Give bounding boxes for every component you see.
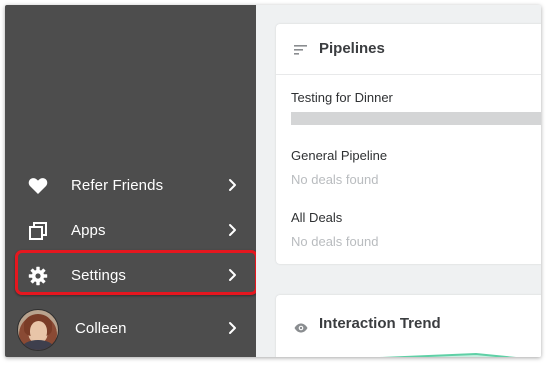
- trend-chart: [379, 352, 517, 357]
- sidebar: Refer Friends Apps Settings Colleen: [5, 5, 258, 357]
- gear-icon: [28, 266, 48, 286]
- sidebar-item-settings[interactable]: Settings: [5, 254, 256, 296]
- pipelines-header: Pipelines: [276, 24, 541, 75]
- pipeline-status: No deals found: [291, 172, 379, 187]
- pipeline-name[interactable]: General Pipeline: [291, 148, 387, 163]
- sidebar-item-user[interactable]: Colleen: [5, 306, 256, 351]
- user-name: Colleen: [75, 319, 127, 337]
- chevron-right-icon: [225, 320, 239, 336]
- eye-icon: [294, 320, 308, 333]
- avatar: [17, 309, 59, 351]
- interaction-trend-card: Interaction Trend: [276, 295, 541, 357]
- sort-lines-icon: [294, 43, 308, 55]
- heart-icon: [28, 176, 48, 196]
- app-window: Refer Friends Apps Settings Colleen Pipe…: [5, 5, 541, 357]
- sidebar-item-apps[interactable]: Apps: [5, 209, 256, 251]
- main-content: Pipelines Testing for Dinner General Pip…: [256, 5, 541, 357]
- chevron-right-icon: [225, 177, 239, 193]
- pipeline-name[interactable]: Testing for Dinner: [291, 90, 393, 105]
- pipeline-status: No deals found: [291, 234, 379, 249]
- trend-title: Interaction Trend: [319, 315, 441, 332]
- pipeline-name[interactable]: All Deals: [291, 210, 342, 225]
- sidebar-item-label: Apps: [71, 221, 106, 239]
- pipelines-title: Pipelines: [319, 40, 385, 57]
- apps-icon: [28, 221, 48, 241]
- chevron-right-icon: [225, 267, 239, 283]
- sidebar-item-label: Settings: [71, 266, 126, 284]
- trend-header: Interaction Trend: [276, 295, 541, 345]
- sidebar-item-label: Refer Friends: [71, 176, 164, 194]
- sidebar-item-refer-friends[interactable]: Refer Friends: [5, 164, 256, 206]
- pipeline-progress-bar: [291, 112, 541, 125]
- pipelines-card: Pipelines Testing for Dinner General Pip…: [276, 24, 541, 264]
- chevron-right-icon: [225, 222, 239, 238]
